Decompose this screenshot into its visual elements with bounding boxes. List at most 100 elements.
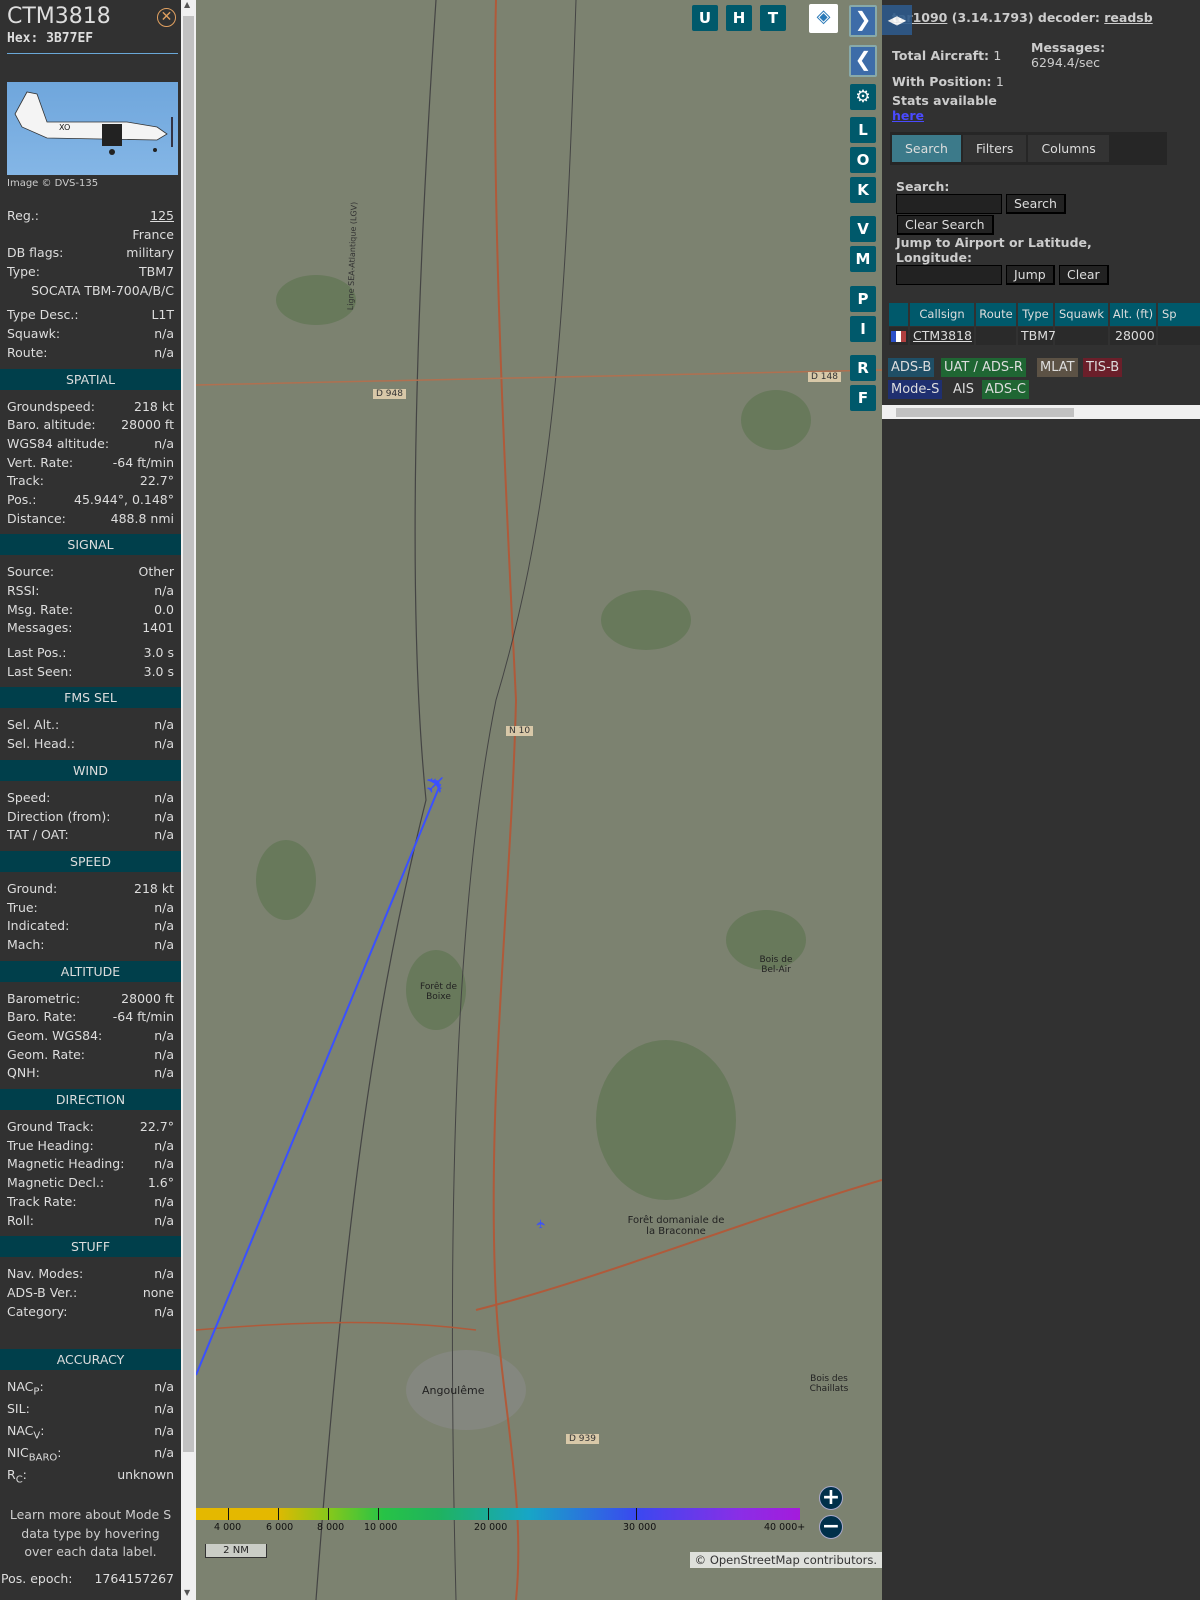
detail-label: Source:: [7, 564, 55, 580]
detail-row: WGS84 altitude: n/a: [0, 435, 181, 454]
map-button-t[interactable]: T: [760, 5, 786, 31]
detail-value: 1401: [142, 620, 174, 636]
detail-value: n/a: [154, 435, 174, 451]
map-button-r[interactable]: R: [850, 355, 876, 381]
detail-scrollbar[interactable]: ▲ ▼: [181, 0, 196, 1600]
map-label-braconne: Forêt domaniale de la Braconne: [627, 1215, 725, 1237]
map[interactable]: D 948 N 10 D 148 D 939 Angoulême Forêt d…: [196, 0, 882, 1600]
section-header-signal: SIGNAL: [0, 534, 181, 556]
close-icon[interactable]: ✕: [157, 8, 176, 27]
aircraft-row-type: TBM7: [1018, 327, 1056, 345]
detail-value: n/a: [154, 1401, 174, 1417]
detail-value: 22.7°: [139, 1119, 174, 1135]
legend-tick: [488, 1508, 489, 1520]
detail-label: NICBARO:: [7, 1445, 62, 1464]
tab-search[interactable]: Search: [892, 135, 961, 162]
detail-value: n/a: [154, 1212, 174, 1228]
map-button-o[interactable]: O: [850, 147, 876, 173]
column-header-altitude[interactable]: Alt. (ft): [1110, 303, 1156, 326]
detail-value: 45.944°, 0.148°: [74, 491, 174, 507]
detail-value: n/a: [154, 1423, 174, 1439]
label-base: NAC: [7, 1423, 34, 1439]
detail-row: Speed: n/a: [0, 789, 181, 808]
map-button-k[interactable]: K: [850, 177, 876, 203]
map-button-u[interactable]: U: [692, 5, 718, 31]
collapse-left-icon[interactable]: ❮: [849, 45, 877, 77]
label-base: NIC: [7, 1445, 29, 1461]
jump-button[interactable]: Jump: [1006, 265, 1055, 285]
detail-label: Vert. Rate:: [7, 454, 74, 470]
zoom-out-icon[interactable]: −: [819, 1515, 843, 1539]
section-header-fms-sel: FMS SEL: [0, 687, 181, 709]
column-header-type[interactable]: Type: [1018, 303, 1053, 326]
detail-row: Ground Track: 22.7°: [0, 1118, 181, 1137]
map-button-l[interactable]: L: [850, 117, 876, 143]
tab-filters[interactable]: Filters: [962, 135, 1027, 162]
label-base: SIL: [7, 1401, 26, 1417]
detail-value: n/a: [154, 736, 174, 752]
hex-label: Hex:: [7, 31, 39, 46]
detail-label: Geom. WGS84:: [7, 1028, 103, 1043]
column-header-route[interactable]: Route: [976, 303, 1016, 326]
column-header-flag[interactable]: [889, 303, 908, 326]
svg-text:XO: XO: [59, 123, 70, 132]
tab-columns[interactable]: Columns: [1028, 135, 1109, 162]
column-header-speed[interactable]: Sp: [1158, 303, 1200, 326]
search-input[interactable]: [896, 194, 1002, 214]
section-header-wind: WIND: [0, 759, 181, 781]
map-button-f[interactable]: F: [850, 385, 876, 411]
search-button[interactable]: Search: [1006, 194, 1066, 214]
detail-label: DB flags:: [7, 245, 64, 261]
detail-value[interactable]: 125: [150, 207, 174, 226]
detail-label: Magnetic Heading:: [7, 1156, 125, 1172]
detail-label: Track:: [7, 473, 44, 489]
aircraft-row-route: [976, 327, 1016, 345]
column-header-callsign[interactable]: Callsign: [910, 303, 974, 326]
total-aircraft: Total Aircraft: 1: [892, 48, 1001, 63]
label-subscript: V: [33, 1430, 41, 1442]
label-base: R: [7, 1467, 16, 1483]
map-button-p[interactable]: P: [850, 286, 876, 312]
zoom-in-icon[interactable]: +: [819, 1486, 843, 1510]
hex-value: 3B77EF: [46, 31, 94, 46]
detail-row: Magnetic Decl.: 1.6°: [0, 1174, 181, 1193]
stats-link[interactable]: here: [892, 108, 924, 123]
info-row: Squawk: n/a: [0, 325, 181, 344]
detail-value: n/a: [154, 1046, 174, 1062]
clear-jump-button[interactable]: Clear: [1059, 265, 1109, 285]
detail-label: Distance:: [7, 510, 66, 526]
legend-tick: [328, 1508, 329, 1520]
aircraft-row-speed: [1158, 327, 1200, 345]
decoder-link[interactable]: readsb: [1104, 10, 1152, 25]
table-horizontal-scrollbar[interactable]: [882, 405, 1200, 419]
map-button-m[interactable]: M: [850, 246, 876, 272]
app-title: tar1090 (3.14.1793) decoder: readsb: [892, 10, 1153, 25]
map-button-h[interactable]: H: [726, 5, 752, 31]
detail-label: Ground Track:: [7, 1119, 94, 1135]
toggle-sidebar-icon[interactable]: ◀▶: [882, 5, 912, 35]
osm-link[interactable]: OpenStreetMap: [710, 1553, 800, 1567]
legend-tick: [636, 1508, 637, 1520]
clear-search-button[interactable]: Clear Search: [897, 215, 994, 235]
info-row: France: [0, 226, 181, 245]
detail-row: Track Rate: n/a: [0, 1193, 181, 1212]
aircraft-marker-small-icon[interactable]: ✈: [534, 1219, 548, 1229]
detail-row: Ground: 218 kt: [0, 880, 181, 899]
aircraft-row-callsign[interactable]: CTM3818: [910, 327, 974, 345]
detail-row: Baro. Rate: -64 ft/min: [0, 1008, 181, 1027]
aircraft-photo[interactable]: XO: [7, 82, 178, 175]
map-button-v[interactable]: V: [850, 216, 876, 242]
expand-right-icon[interactable]: ❯: [849, 5, 877, 37]
settings-gear-icon[interactable]: ⚙: [850, 84, 876, 110]
tab-bar: Search Filters Columns: [890, 132, 1167, 165]
detail-row: Geom. WGS84: n/a: [0, 1027, 181, 1046]
layers-icon[interactable]: ◈: [809, 4, 838, 33]
accuracy-row: NACP: n/a: [0, 1378, 181, 1400]
map-button-i[interactable]: I: [850, 316, 876, 342]
column-header-squawk[interactable]: Squawk: [1055, 303, 1108, 326]
jump-input[interactable]: [896, 265, 1002, 285]
detail-value: 488.8 nmi: [110, 510, 174, 526]
detail-value: unknown: [117, 1467, 174, 1483]
detail-row: True Heading: n/a: [0, 1137, 181, 1156]
label-subscript: P: [33, 1386, 40, 1398]
